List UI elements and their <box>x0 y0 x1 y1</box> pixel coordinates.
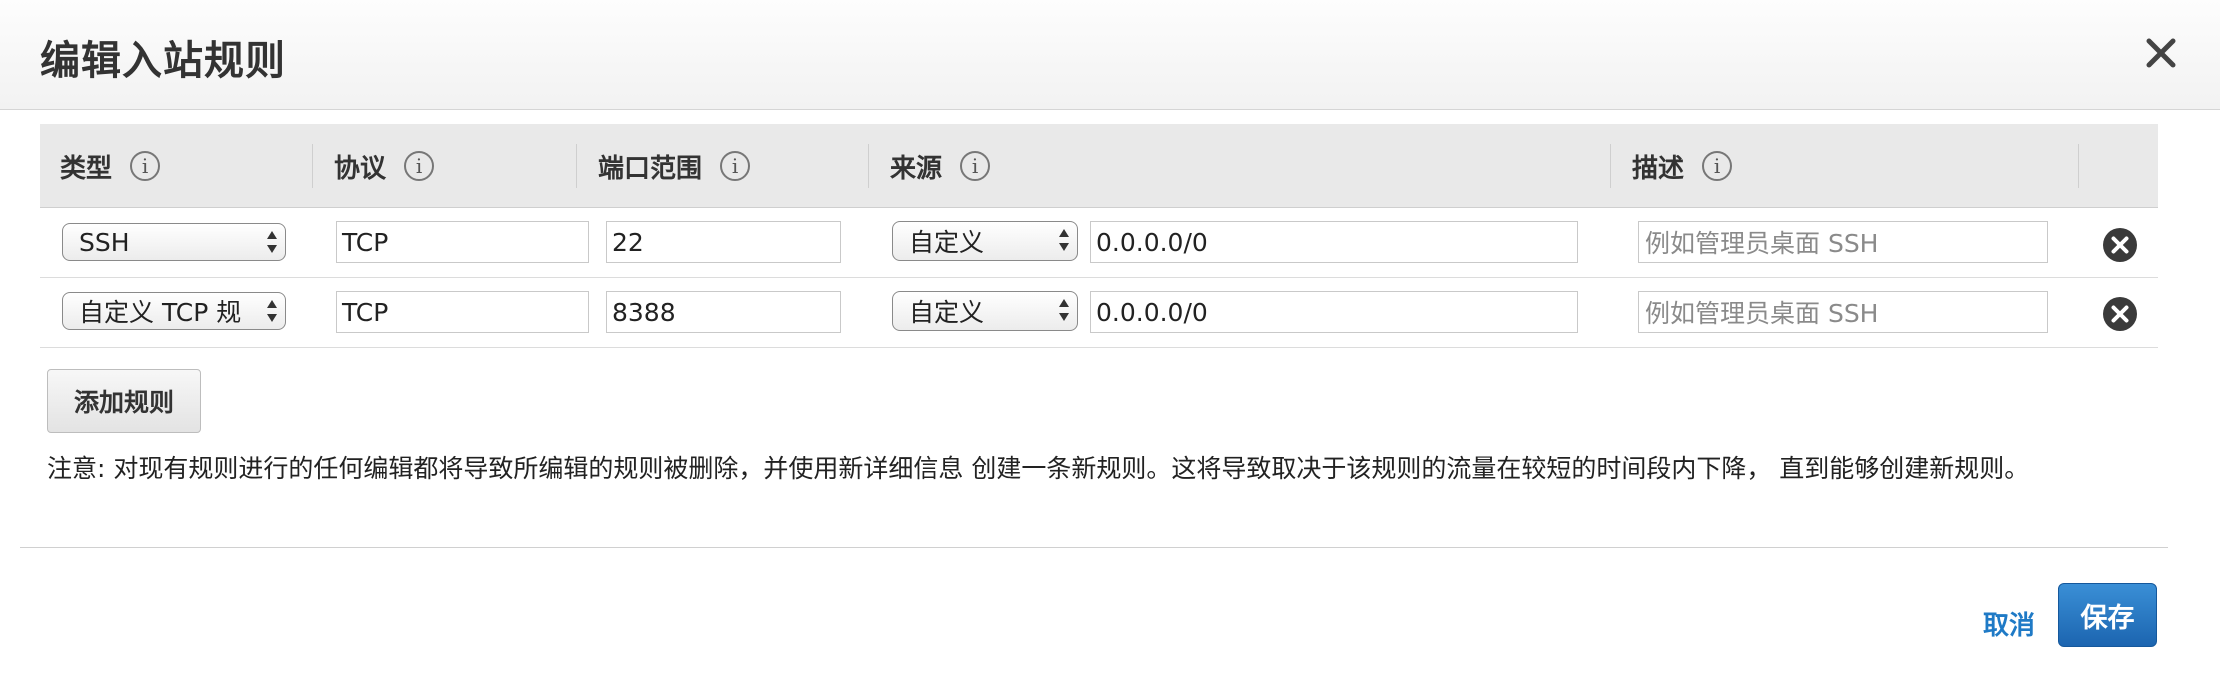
column-divider <box>312 144 313 188</box>
header-source-label: 来源 <box>890 153 943 184</box>
info-icon[interactable]: i <box>720 151 751 181</box>
info-icon[interactable]: i <box>960 151 991 181</box>
header-protocol-label: 协议 <box>334 153 387 184</box>
type-select[interactable]: 自定义 TCP 规 <box>62 292 286 330</box>
header-source: 来源 i <box>890 124 991 208</box>
header-description: 描述 i <box>1632 124 1733 208</box>
column-divider <box>868 144 869 188</box>
remove-circle-icon[interactable] <box>2102 296 2138 332</box>
column-divider <box>576 144 577 188</box>
table-row: 自定义 TCP 规 TCP 8388 自定义 0.0.0.0/0 例如管理员桌面… <box>40 278 2158 348</box>
updown-arrows-icon <box>1059 229 1069 251</box>
source-mode-select[interactable]: 自定义 <box>892 221 1078 261</box>
source-mode-select[interactable]: 自定义 <box>892 291 1078 331</box>
dialog-title: 编辑入站规则 <box>40 38 286 84</box>
protocol-field[interactable]: TCP <box>336 291 589 333</box>
port-range-field[interactable]: 8388 <box>606 291 841 333</box>
header-protocol: 协议 i <box>334 124 435 208</box>
header-port-range-label: 端口范围 <box>598 153 703 184</box>
source-cidr-field[interactable]: 0.0.0.0/0 <box>1090 291 1578 333</box>
header-port-range: 端口范围 i <box>598 124 751 208</box>
footer-divider <box>20 547 2168 548</box>
cancel-link[interactable]: 取消 <box>1983 605 2035 642</box>
header-type-label: 类型 <box>60 153 113 184</box>
info-icon[interactable]: i <box>130 151 161 181</box>
protocol-field[interactable]: TCP <box>336 221 589 263</box>
add-rule-button[interactable]: 添加规则 <box>47 369 201 433</box>
rules-table: 类型 i 协议 i 端口范围 i 来源 i 描述 i SSH TCP 22 自定… <box>40 124 2158 348</box>
source-mode-value: 自定义 <box>909 228 985 257</box>
info-icon[interactable]: i <box>1702 151 1733 181</box>
column-divider <box>2078 144 2079 188</box>
type-select-value: SSH <box>79 227 130 257</box>
close-icon[interactable] <box>2136 28 2186 78</box>
updown-arrows-icon <box>267 231 277 253</box>
table-header: 类型 i 协议 i 端口范围 i 来源 i 描述 i <box>40 124 2158 208</box>
source-mode-value: 自定义 <box>909 298 985 327</box>
updown-arrows-icon <box>1059 299 1069 321</box>
source-cidr-field[interactable]: 0.0.0.0/0 <box>1090 221 1578 263</box>
header-description-label: 描述 <box>1632 153 1685 184</box>
warning-note: 注意: 对现有规则进行的任何编辑都将导致所编辑的规则被删除，并使用新详细信息 创… <box>47 454 2030 483</box>
port-range-field[interactable]: 22 <box>606 221 841 263</box>
dialog-header: 编辑入站规则 <box>0 0 2220 110</box>
save-button[interactable]: 保存 <box>2058 583 2157 647</box>
table-row: SSH TCP 22 自定义 0.0.0.0/0 例如管理员桌面 SSH <box>40 208 2158 278</box>
info-icon[interactable]: i <box>404 151 435 181</box>
updown-arrows-icon <box>267 300 277 322</box>
column-divider <box>1610 144 1611 188</box>
type-select[interactable]: SSH <box>62 223 286 261</box>
type-select-value: 自定义 TCP 规 <box>79 298 242 327</box>
description-field[interactable]: 例如管理员桌面 SSH <box>1638 291 2048 333</box>
remove-circle-icon[interactable] <box>2102 227 2138 263</box>
description-field[interactable]: 例如管理员桌面 SSH <box>1638 221 2048 263</box>
header-type: 类型 i <box>60 124 161 208</box>
